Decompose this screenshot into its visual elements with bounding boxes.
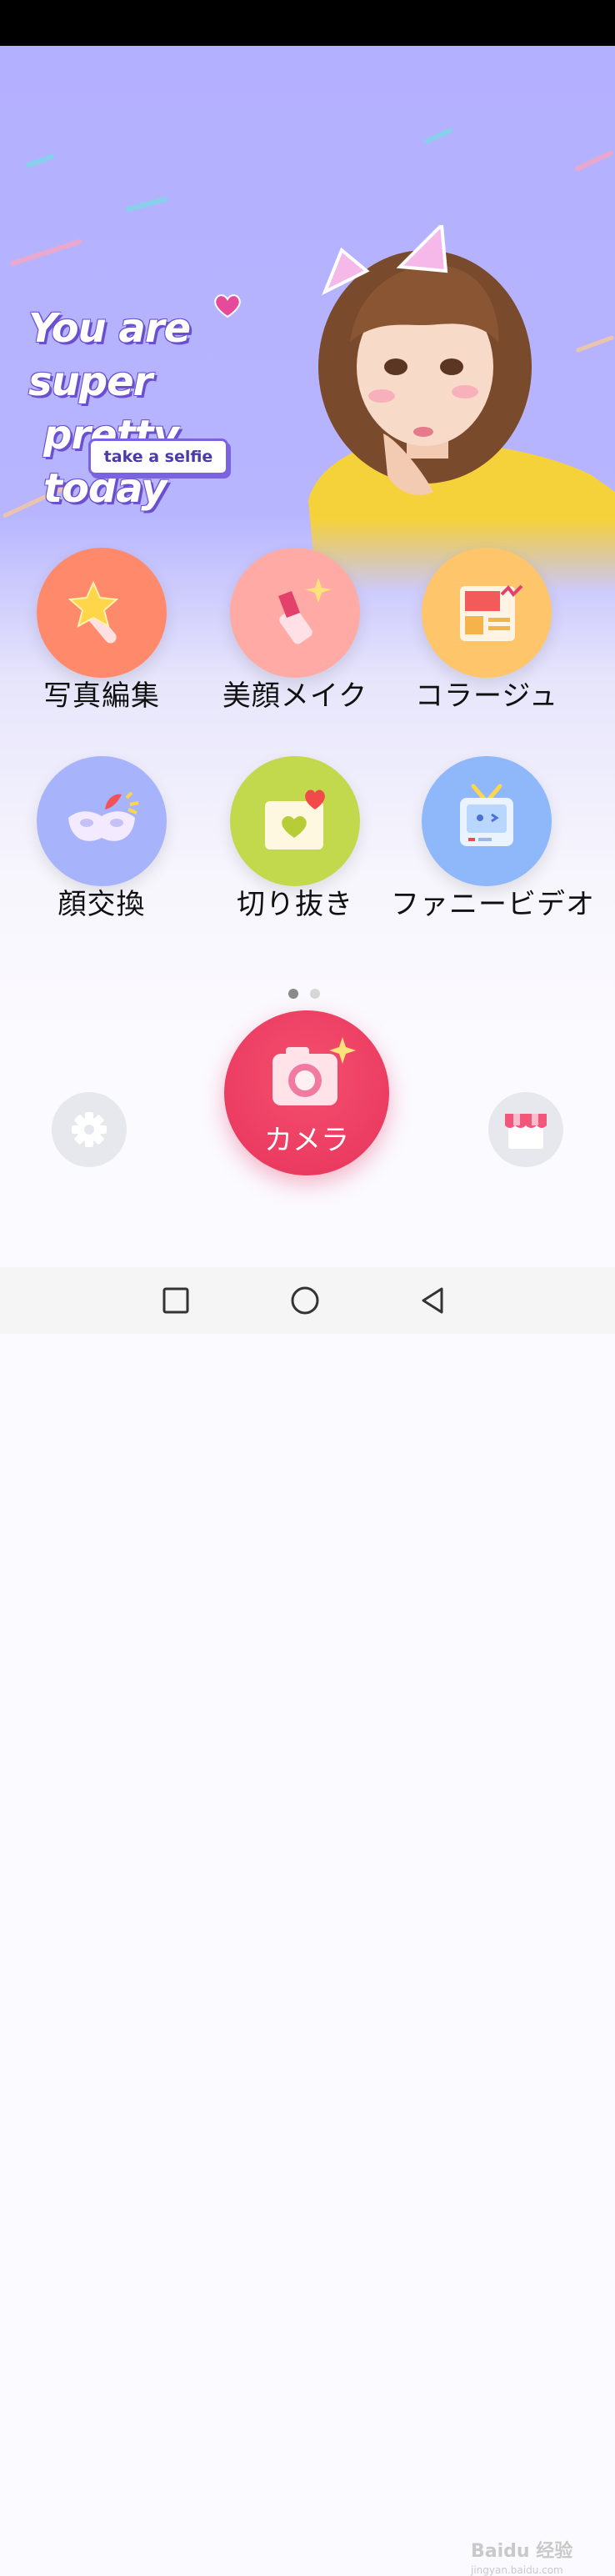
feature-label: コラージュ: [415, 679, 558, 713]
page-dot-active: [288, 989, 298, 999]
model-photo: [308, 225, 615, 592]
watermark: Baidu 经验 jingyan.baidu.com: [471, 2536, 572, 2576]
magic-wand-icon: [68, 580, 119, 644]
feature-collage[interactable]: コラージュ: [391, 548, 582, 714]
store-icon: [505, 1114, 547, 1149]
feature-label: 美顔メイク: [222, 679, 368, 713]
status-bar: [0, 0, 615, 46]
feature-label: 顔交換: [58, 888, 146, 921]
camera-button[interactable]: カメラ: [224, 1010, 389, 1175]
take-selfie-button[interactable]: take a selfie: [88, 439, 228, 475]
tv-icon: [460, 784, 513, 846]
page-indicator: [288, 986, 328, 1002]
feature-icon-circle: [422, 548, 552, 678]
heart-card-icon: [265, 789, 325, 849]
settings-button[interactable]: [52, 1092, 127, 1167]
feature-cutout[interactable]: 切り抜き: [199, 756, 391, 922]
feature-face-swap[interactable]: 顔交換: [6, 756, 198, 922]
back-icon[interactable]: [417, 1284, 450, 1317]
shop-button[interactable]: [488, 1092, 563, 1167]
banner-tagline: You are super pretty today: [28, 302, 303, 515]
feature-beauty-makeup[interactable]: 美顔メイク: [199, 548, 391, 714]
collage-icon: [460, 584, 523, 641]
system-navigation-bar: Baidu 经验 jingyan.baidu.com: [0, 1267, 615, 2576]
feature-icon-circle: [37, 548, 167, 678]
recent-apps-icon[interactable]: [159, 1284, 192, 1317]
feature-icon-circle: [422, 756, 552, 886]
lipstick-icon: [278, 578, 332, 644]
feature-icon-circle: [37, 756, 167, 886]
feature-icon-circle: [230, 756, 360, 886]
home-icon[interactable]: [288, 1284, 322, 1317]
tagline-line-1: You are super: [28, 305, 191, 405]
watermark-url: jingyan.baidu.com: [471, 2564, 563, 2576]
feature-funny-video[interactable]: ファニービデオ: [391, 756, 595, 922]
feature-label: 写真編集: [43, 679, 160, 713]
feature-label: ファニービデオ: [391, 888, 595, 921]
watermark-brand: Baidu 经验: [471, 2541, 573, 2562]
camera-label: カメラ: [264, 1124, 349, 1157]
mask-icon: [68, 791, 139, 841]
feature-icon-circle: [230, 548, 360, 678]
feature-label: 切り抜き: [237, 888, 353, 921]
gear-icon: [72, 1112, 107, 1147]
feature-photo-edit[interactable]: 写真編集: [6, 548, 198, 714]
page-dot: [310, 989, 321, 999]
